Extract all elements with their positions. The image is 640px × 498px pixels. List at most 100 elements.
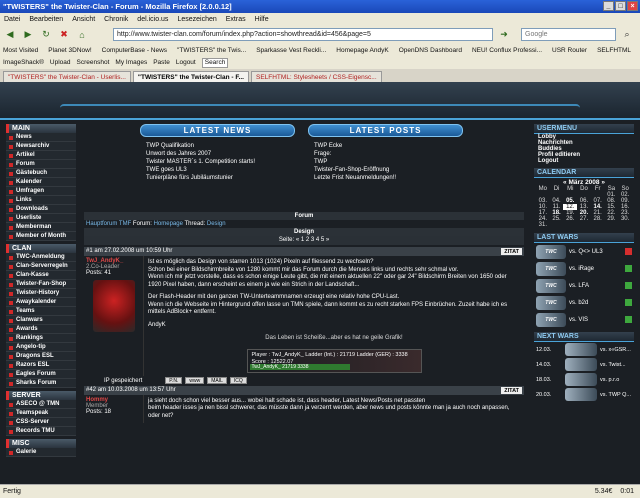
menu-item[interactable]: ASECO @ TMN xyxy=(6,400,76,409)
imageshack-button[interactable]: ImageShack® xyxy=(3,59,44,66)
logout-button[interactable]: Logout xyxy=(176,59,196,66)
pm-button[interactable]: P.N. xyxy=(165,377,183,384)
bookmark-item[interactable]: Most Visited xyxy=(3,47,38,54)
url-input[interactable]: http://www.twister-clan.com/forum/index.… xyxy=(113,28,493,41)
menu-item[interactable]: Memberman xyxy=(6,223,76,232)
menu-lesezeichen[interactable]: Lesezeichen xyxy=(177,16,216,23)
tab-selfhtml[interactable]: SELFHTML: Stylesheets / CSS-Eigensc... xyxy=(250,71,382,82)
menu-delicious[interactable]: del.icio.us xyxy=(137,16,168,23)
breadcrumb-link[interactable]: Homepage xyxy=(154,221,183,227)
menu-chronik[interactable]: Chronik xyxy=(104,16,128,23)
calendar-month[interactable]: « März 2008 » xyxy=(536,179,632,186)
usermenu-item[interactable]: Logout xyxy=(534,158,634,164)
calendar-day[interactable]: 31. xyxy=(536,222,550,228)
menu-item[interactable]: Rankings xyxy=(6,334,76,343)
menu-item[interactable]: CSS-Server xyxy=(6,418,76,427)
quote-button[interactable]: ZITAT xyxy=(501,386,522,394)
breadcrumb-link[interactable]: Hauptforum TMF xyxy=(86,221,131,227)
tab-forum[interactable]: "TWISTERS" the Twister-Clan - F... xyxy=(132,71,249,82)
menu-item[interactable]: News xyxy=(6,133,76,142)
menu-item[interactable]: Clan-Serverregeln xyxy=(6,262,76,271)
news-link[interactable]: TWP Qualifikation xyxy=(146,143,289,149)
bookmark-item[interactable]: Sparkasse Vest Reckli... xyxy=(256,47,326,54)
news-link[interactable]: TWE goes UL3 xyxy=(146,167,289,173)
bookmark-item[interactable]: SELFHTML xyxy=(597,47,631,54)
menu-item[interactable]: Clanwars xyxy=(6,316,76,325)
bookmark-item[interactable]: Planet 3DNow! xyxy=(48,47,91,54)
menu-item[interactable]: Userliste xyxy=(6,214,76,223)
bookmark-item[interactable]: "TWISTERS" the Twis... xyxy=(177,47,246,54)
mail-button[interactable]: MAIL xyxy=(207,377,227,384)
menu-item[interactable]: Awards xyxy=(6,325,76,334)
menu-item[interactable]: Galerie xyxy=(6,448,76,457)
www-button[interactable]: www xyxy=(185,377,205,384)
menu-item[interactable]: Twister-Fan-Shop xyxy=(6,280,76,289)
post-link[interactable]: Letzte Frist Neuanmeldungen!! xyxy=(314,175,457,181)
home-icon[interactable]: ⌂ xyxy=(75,28,89,42)
post-number[interactable]: #42 xyxy=(86,387,96,393)
search-input[interactable]: Google xyxy=(521,28,616,41)
reload-icon[interactable]: ↻ xyxy=(39,28,53,42)
next-war-row[interactable]: 14.03. vs. Twist... xyxy=(534,357,634,372)
menu-datei[interactable]: Datei xyxy=(4,16,20,23)
tab-userlist[interactable]: "TWISTERS" the Twister-Clan - Userlis... xyxy=(3,71,131,82)
menu-item[interactable]: Razors ESL xyxy=(6,361,76,370)
screenshot-button[interactable]: Screenshot xyxy=(77,59,110,66)
menu-item[interactable]: Angelo-tip xyxy=(6,343,76,352)
menu-item[interactable]: Artikel xyxy=(6,151,76,160)
paste-button[interactable]: Paste xyxy=(153,59,170,66)
search-icon[interactable]: ⌕ xyxy=(620,28,634,42)
menu-item[interactable]: Newsarchiv xyxy=(6,142,76,151)
menu-item[interactable]: Links xyxy=(6,196,76,205)
menu-item[interactable]: Downloads xyxy=(6,205,76,214)
post-number[interactable]: #1 xyxy=(86,248,93,254)
post-link[interactable]: Frage: xyxy=(314,151,457,157)
minimize-button[interactable]: _ xyxy=(603,1,614,11)
bookmark-item[interactable]: OpenDNS Dashboard xyxy=(399,47,462,54)
forward-icon[interactable]: ▶ xyxy=(21,28,35,42)
maximize-button[interactable]: □ xyxy=(615,1,626,11)
war-row[interactable]: TWC vs. LFA xyxy=(534,277,634,294)
menu-ansicht[interactable]: Ansicht xyxy=(72,16,95,23)
bookmark-item[interactable]: USR Router xyxy=(552,47,587,54)
bookmark-item[interactable]: NEU! Conflux Professi... xyxy=(472,47,542,54)
menu-item[interactable]: Clan-Kasse xyxy=(6,271,76,280)
news-link[interactable]: Tunierpläne fürs Jubiläumstunier xyxy=(146,175,289,181)
upload-button[interactable]: Upload xyxy=(50,59,71,66)
menu-item[interactable]: Twister-History xyxy=(6,289,76,298)
breadcrumb-link[interactable]: Design xyxy=(207,221,226,227)
stop-icon[interactable]: ✖ xyxy=(57,28,71,42)
menu-item[interactable]: TWC-Anmeldung xyxy=(6,253,76,262)
bookmark-item[interactable]: ComputerBase - News xyxy=(102,47,167,54)
back-icon[interactable]: ◀ xyxy=(3,28,17,42)
menu-item[interactable]: Records TMU xyxy=(6,427,76,436)
menu-item[interactable]: Dragons ESL xyxy=(6,352,76,361)
toolbar-search-button[interactable]: Search xyxy=(201,57,229,68)
next-war-row[interactable]: 12.03. vs. x«GSR... xyxy=(534,342,634,357)
next-war-row[interactable]: 18.03. vs. p.r.o xyxy=(534,372,634,387)
menu-item[interactable]: Forum xyxy=(6,160,76,169)
next-war-row[interactable]: 20.03. vs. TWP Q... xyxy=(534,387,634,402)
menu-item[interactable]: Sharks Forum xyxy=(6,379,76,388)
menu-item[interactable]: Awaykalender xyxy=(6,298,76,307)
post-link[interactable]: TWP Ecke xyxy=(314,143,457,149)
news-link[interactable]: Twister MASTER´s 1. Competition starts! xyxy=(146,159,289,165)
icq-button[interactable]: ICQ xyxy=(229,377,247,384)
close-button[interactable]: × xyxy=(627,1,638,11)
menu-item[interactable]: Teamspeak xyxy=(6,409,76,418)
menu-hilfe[interactable]: Hilfe xyxy=(255,16,269,23)
menu-item[interactable]: Member of Month xyxy=(6,232,76,241)
price-indicator[interactable]: 5.34€ xyxy=(595,488,613,495)
menu-extras[interactable]: Extras xyxy=(226,16,246,23)
menu-item[interactable]: Gästebuch xyxy=(6,169,76,178)
pagination[interactable]: Seite: « 1 2 3 4 5 » xyxy=(84,236,524,245)
war-row[interactable]: TWC vs. b2d xyxy=(534,294,634,311)
myimages-button[interactable]: My Images xyxy=(115,59,147,66)
post-link[interactable]: TWP xyxy=(314,159,457,165)
timer-indicator[interactable]: 0:01 xyxy=(620,488,634,495)
news-link[interactable]: Unwort des Jahres 2007 xyxy=(146,151,289,157)
war-row[interactable]: TWC vs. Q<> UL3 xyxy=(534,243,634,260)
post-link[interactable]: Twister-Fan-Shop-Eröffnung xyxy=(314,167,457,173)
war-row[interactable]: TWC vs. VIS xyxy=(534,311,634,328)
menu-item[interactable]: Kalender xyxy=(6,178,76,187)
